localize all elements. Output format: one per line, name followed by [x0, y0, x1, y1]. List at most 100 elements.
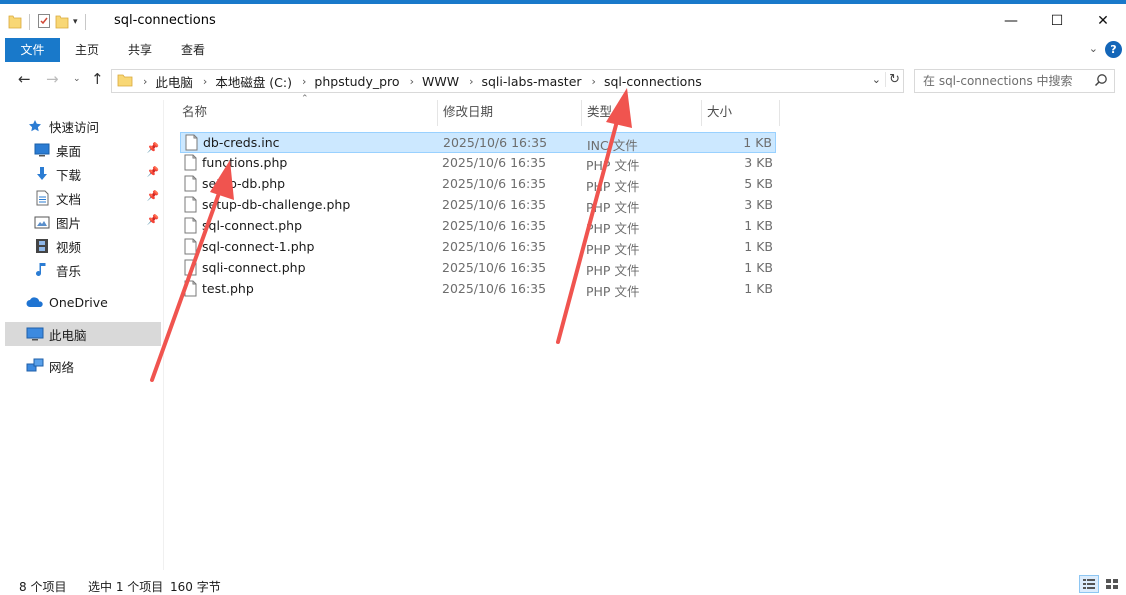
- recent-locations-chevron-icon[interactable]: ⌄: [73, 74, 81, 84]
- close-button[interactable]: ✕: [1080, 4, 1126, 38]
- file-type: PHP 文件: [586, 200, 640, 215]
- file-type: PHP 文件: [586, 221, 640, 236]
- pin-icon[interactable]: 📌: [147, 191, 159, 202]
- minimize-button[interactable]: —: [988, 4, 1034, 38]
- tab-home[interactable]: 主页: [75, 38, 99, 62]
- nav-item-desktop[interactable]: 桌面 📌: [33, 138, 161, 162]
- breadcrumb-this-pc[interactable]: 此电脑: [155, 72, 193, 91]
- nav-item-pictures[interactable]: 图片 📌: [33, 210, 161, 234]
- file-icon: [184, 259, 197, 279]
- tab-file[interactable]: 文件: [5, 38, 60, 62]
- pin-icon[interactable]: 📌: [147, 167, 159, 178]
- column-header-size[interactable]: 大小: [701, 100, 779, 126]
- file-name: db-creds.inc: [203, 135, 280, 150]
- chevron-right-icon[interactable]: ›: [203, 75, 207, 88]
- back-arrow-icon[interactable]: ←: [18, 70, 31, 88]
- help-icon[interactable]: ?: [1105, 41, 1122, 58]
- nav-item-music[interactable]: 音乐: [33, 258, 161, 282]
- nav-item-downloads[interactable]: 下载 📌: [33, 162, 161, 186]
- file-size: 1 KB: [744, 260, 773, 275]
- breadcrumb-sql-connections[interactable]: sql-connections: [604, 74, 702, 89]
- nav-item-label: 音乐: [56, 263, 82, 279]
- large-icons-view-icon: [1106, 579, 1118, 589]
- file-name: sqli-connect.php: [202, 260, 306, 275]
- table-row[interactable]: setup-db-challenge.php 2025/10/6 16:35 P…: [180, 195, 776, 216]
- status-bar: 8 个项目 选中 1 个项目 160 字节: [0, 573, 1126, 595]
- file-date: 2025/10/6 16:35: [442, 155, 547, 170]
- computer-icon: [26, 325, 44, 343]
- nav-item-quick-access[interactable]: 快速访问: [26, 114, 182, 138]
- column-header-type[interactable]: 类型: [581, 100, 701, 126]
- column-header-name[interactable]: 名称: [176, 100, 437, 126]
- column-header-date[interactable]: 修改日期: [437, 100, 581, 126]
- music-icon: [33, 261, 51, 279]
- network-icon: [26, 357, 44, 375]
- details-view-button[interactable]: [1079, 575, 1099, 593]
- nav-item-label: 桌面: [56, 143, 82, 159]
- desktop-icon: [33, 141, 51, 159]
- file-size: 1 KB: [744, 281, 773, 296]
- chevron-right-icon[interactable]: ›: [592, 75, 596, 88]
- forward-arrow-icon[interactable]: →: [46, 70, 59, 88]
- large-icons-view-button[interactable]: [1102, 575, 1122, 593]
- search-box: [914, 69, 1115, 93]
- file-icon: [185, 134, 198, 154]
- pane-splitter[interactable]: [163, 100, 164, 570]
- address-bar[interactable]: › 此电脑 › 本地磁盘 (C:) › phpstudy_pro › WWW ›…: [111, 69, 904, 93]
- title-bar: ▾ sql-connections — ☐ ✕: [0, 0, 1126, 38]
- customize-toolbar-chevron-icon[interactable]: ▾: [73, 17, 78, 27]
- breadcrumb-phpstudy[interactable]: phpstudy_pro: [314, 74, 399, 89]
- breadcrumb-sqli-labs[interactable]: sqli-labs-master: [481, 74, 581, 89]
- search-icon[interactable]: [1094, 73, 1108, 90]
- file-date: 2025/10/6 16:35: [442, 239, 547, 254]
- chevron-right-icon[interactable]: ›: [143, 75, 147, 88]
- status-selected: 选中 1 个项目: [88, 580, 164, 594]
- table-row[interactable]: setup-db.php 2025/10/6 16:35 PHP 文件 5 KB: [180, 174, 776, 195]
- nav-item-documents[interactable]: 文档 📌: [33, 186, 161, 210]
- pin-icon[interactable]: 📌: [147, 215, 159, 226]
- refresh-icon[interactable]: ↻: [885, 72, 900, 87]
- table-row[interactable]: sqli-connect.php 2025/10/6 16:35 PHP 文件 …: [180, 258, 776, 279]
- tab-share[interactable]: 共享: [128, 38, 152, 62]
- table-row[interactable]: db-creds.inc 2025/10/6 16:35 INC 文件 1 KB: [180, 132, 776, 153]
- table-row[interactable]: sql-connect-1.php 2025/10/6 16:35 PHP 文件…: [180, 237, 776, 258]
- navigation-pane: 快速访问 桌面 📌 下载 📌 文档 📌 图片 📌 视频 音乐 OneDrive …: [0, 100, 163, 570]
- table-row[interactable]: sql-connect.php 2025/10/6 16:35 PHP 文件 1…: [180, 216, 776, 237]
- maximize-button[interactable]: ☐: [1034, 4, 1080, 38]
- up-arrow-icon[interactable]: ↑: [91, 70, 104, 88]
- expand-ribbon-icon[interactable]: ⌄: [1089, 42, 1098, 55]
- file-type: PHP 文件: [586, 158, 640, 173]
- search-input[interactable]: [923, 70, 1093, 92]
- status-item-count: 8 个项目: [19, 580, 67, 594]
- nav-item-onedrive[interactable]: OneDrive: [26, 290, 182, 314]
- properties-icon[interactable]: [37, 13, 51, 32]
- file-size: 3 KB: [744, 197, 773, 212]
- nav-item-this-pc[interactable]: 此电脑: [5, 322, 161, 346]
- file-icon: [184, 217, 197, 237]
- address-dropdown-chevron-icon[interactable]: ⌄: [872, 73, 881, 86]
- download-icon: [33, 165, 51, 183]
- folder-icon[interactable]: [8, 13, 22, 32]
- table-row[interactable]: functions.php 2025/10/6 16:35 PHP 文件 3 K…: [180, 153, 776, 174]
- nav-item-network[interactable]: 网络: [26, 354, 182, 378]
- picture-icon: [33, 213, 51, 231]
- file-name: test.php: [202, 281, 254, 296]
- nav-item-label: 下载: [56, 167, 82, 183]
- pin-icon[interactable]: 📌: [147, 143, 159, 154]
- chevron-right-icon[interactable]: ›: [469, 75, 473, 88]
- file-icon: [184, 154, 197, 174]
- address-row: ← → ⌄ ↑ › 此电脑 › 本地磁盘 (C:) › phpstudy_pro…: [0, 62, 1126, 100]
- breadcrumb-www[interactable]: WWW: [422, 74, 459, 89]
- column-divider[interactable]: [779, 100, 780, 126]
- chevron-right-icon[interactable]: ›: [410, 75, 414, 88]
- table-row[interactable]: test.php 2025/10/6 16:35 PHP 文件 1 KB: [180, 279, 776, 300]
- tab-view[interactable]: 查看: [181, 38, 205, 62]
- new-folder-icon[interactable]: [55, 13, 69, 32]
- star-icon: [26, 117, 44, 135]
- file-date: 2025/10/6 16:35: [442, 260, 547, 275]
- file-date: 2025/10/6 16:35: [442, 218, 547, 233]
- breadcrumb-local-disk[interactable]: 本地磁盘 (C:): [215, 72, 292, 91]
- nav-item-videos[interactable]: 视频: [33, 234, 161, 258]
- file-name: sql-connect-1.php: [202, 239, 315, 254]
- chevron-right-icon[interactable]: ›: [302, 75, 306, 88]
